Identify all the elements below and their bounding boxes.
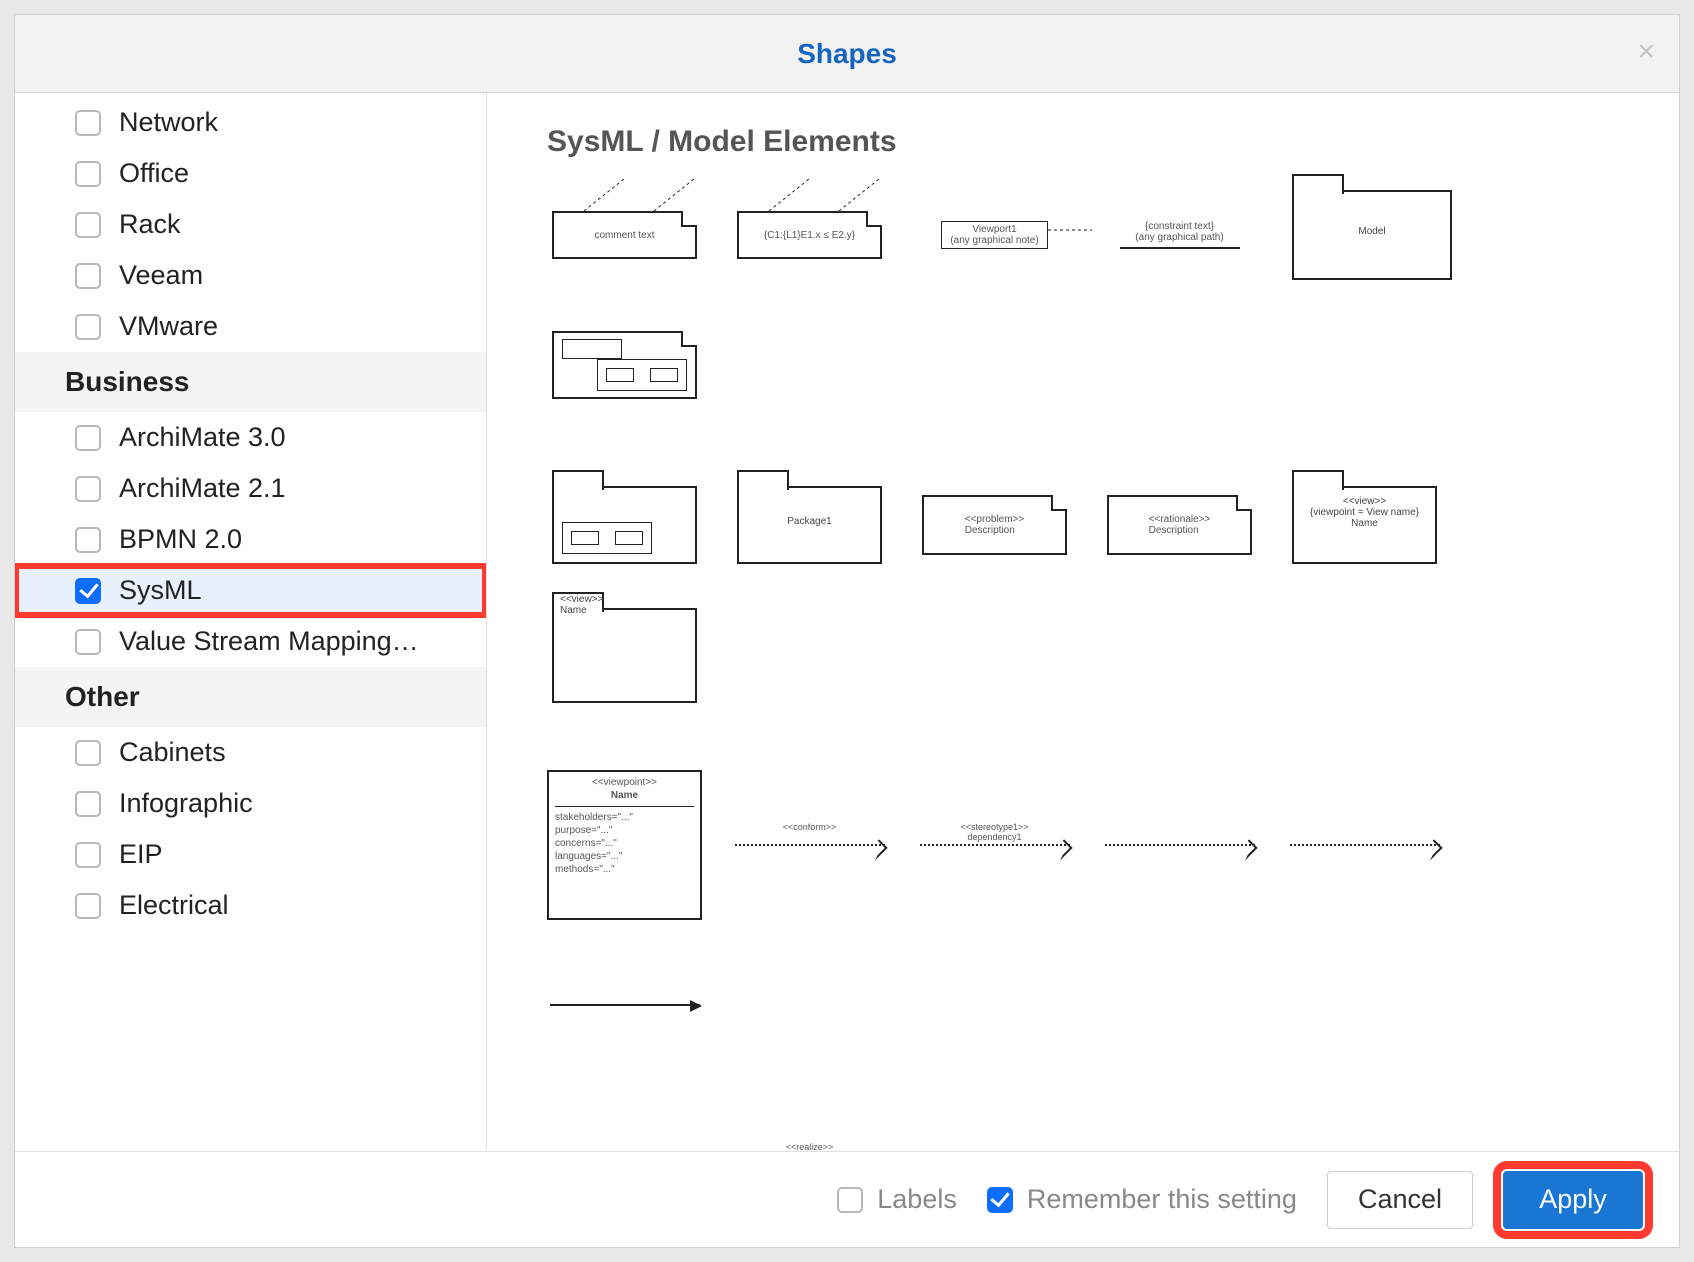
- shape-package-composite[interactable]: [547, 475, 702, 575]
- sidebar-item-eip[interactable]: EIP: [15, 829, 486, 880]
- sidebar-item-label: Infographic: [119, 788, 253, 819]
- checkbox-icon[interactable]: [75, 161, 101, 187]
- shape-row: <<realize>>: [547, 1115, 1619, 1151]
- dialog-body: Network Office Rack Veeam VMware Busines…: [15, 93, 1679, 1151]
- sidebar-item-label: EIP: [119, 839, 163, 870]
- sidebar-item-rack[interactable]: Rack: [15, 199, 486, 250]
- shape-dotted-arrow[interactable]: [1102, 795, 1257, 895]
- checkbox-icon[interactable]: [75, 263, 101, 289]
- sidebar-item-label: ArchiMate 3.0: [119, 422, 286, 453]
- sidebar-item-label: Electrical: [119, 890, 229, 921]
- category-header-other: Other: [15, 667, 486, 727]
- sidebar-item-label: Network: [119, 107, 218, 138]
- shape-text: Package1: [739, 516, 880, 527]
- sidebar-item-office[interactable]: Office: [15, 148, 486, 199]
- shape-constraint-note[interactable]: {C1:{L1}E1.x ≤ E2.y}: [732, 185, 887, 285]
- checkbox-icon[interactable]: [75, 578, 101, 604]
- dialog-footer: Labels Remember this setting Cancel Appl…: [15, 1151, 1679, 1247]
- sidebar-item-label: VMware: [119, 311, 218, 342]
- shape-realize-arrow[interactable]: <<realize>>: [732, 1115, 887, 1151]
- shape-text: Model: [1294, 226, 1450, 237]
- sidebar-item-label: Value Stream Mapping…: [119, 626, 419, 657]
- shape-problem[interactable]: <<problem>>Description: [917, 475, 1072, 575]
- shape-composite[interactable]: [547, 315, 702, 415]
- sidebar-item-cabinets[interactable]: Cabinets: [15, 727, 486, 778]
- dialog-title: Shapes: [797, 38, 897, 70]
- section-title-model-elements: SysML / Model Elements: [547, 125, 1619, 159]
- sidebar-item-network[interactable]: Network: [15, 97, 486, 148]
- shape-viewport-note[interactable]: Viewport1(any graphical note): [917, 185, 1072, 285]
- checkbox-icon[interactable]: [837, 1187, 863, 1213]
- sidebar-item-veeam[interactable]: Veeam: [15, 250, 486, 301]
- checkbox-icon[interactable]: [75, 842, 101, 868]
- checkbox-icon[interactable]: [75, 476, 101, 502]
- checkbox-icon[interactable]: [75, 629, 101, 655]
- shape-constraint-path[interactable]: {constraint text}(any graphical path): [1102, 185, 1257, 285]
- category-header-business: Business: [15, 352, 486, 412]
- close-icon[interactable]: ×: [1637, 35, 1655, 69]
- sidebar-item-label: Cabinets: [119, 737, 226, 768]
- shape-dependency-arrow[interactable]: <<stereotype1>>dependency1: [917, 795, 1072, 895]
- sidebar-item-archimate-2[interactable]: ArchiMate 2.1: [15, 463, 486, 514]
- checkbox-icon[interactable]: [75, 893, 101, 919]
- sidebar-item-archimate-3[interactable]: ArchiMate 3.0: [15, 412, 486, 463]
- checkbox-icon[interactable]: [75, 740, 101, 766]
- shape-package1[interactable]: Package1: [732, 475, 887, 575]
- remember-checkbox[interactable]: Remember this setting: [987, 1184, 1297, 1215]
- labels-checkbox-label: Labels: [877, 1184, 957, 1215]
- checkbox-icon[interactable]: [75, 425, 101, 451]
- checkbox-icon[interactable]: [987, 1187, 1013, 1213]
- shape-text: {C1:{L1}E1.x ≤ E2.y}: [764, 230, 855, 241]
- sidebar-item-vsm[interactable]: Value Stream Mapping…: [15, 616, 486, 667]
- sidebar-item-electrical[interactable]: Electrical: [15, 880, 486, 921]
- connector-line-icon: [1048, 227, 1092, 233]
- checkbox-icon[interactable]: [75, 110, 101, 136]
- checkbox-icon[interactable]: [75, 791, 101, 817]
- connector-lines-icon: [554, 177, 699, 213]
- shape-viewpoint-box[interactable]: <<viewpoint>>Name stakeholders="..."purp…: [547, 765, 702, 925]
- shape-preview-pane[interactable]: SysML / Model Elements comment text {C1:…: [487, 93, 1679, 1151]
- shape-view-folder-2[interactable]: <<view>>Name: [547, 605, 702, 705]
- shape-model-folder[interactable]: Model: [1287, 185, 1457, 285]
- category-sidebar[interactable]: Network Office Rack Veeam VMware Busines…: [15, 93, 487, 1151]
- shapes-dialog: Shapes × Network Office Rack Veeam: [14, 14, 1680, 1248]
- sidebar-item-label: SysML: [119, 575, 202, 606]
- apply-button[interactable]: Apply: [1503, 1171, 1643, 1229]
- shape-conform-arrow[interactable]: <<conform>>: [732, 795, 887, 895]
- sidebar-item-label: ArchiMate 2.1: [119, 473, 286, 504]
- sidebar-item-label: BPMN 2.0: [119, 524, 242, 555]
- sidebar-item-vmware[interactable]: VMware: [15, 301, 486, 352]
- sidebar-item-label: Office: [119, 158, 189, 189]
- sidebar-item-bpmn[interactable]: BPMN 2.0: [15, 514, 486, 565]
- dialog-header: Shapes ×: [15, 15, 1679, 93]
- shape-row: Package1 <<problem>>Description <<ration…: [547, 475, 1619, 705]
- labels-checkbox[interactable]: Labels: [837, 1184, 957, 1215]
- shape-text: comment text: [594, 230, 654, 241]
- checkbox-icon[interactable]: [75, 314, 101, 340]
- shape-row: <<viewpoint>>Name stakeholders="..."purp…: [547, 765, 1619, 1055]
- checkbox-icon[interactable]: [75, 527, 101, 553]
- shape-open-arrow[interactable]: [547, 1115, 702, 1151]
- shape-rationale[interactable]: <<rationale>>Description: [1102, 475, 1257, 575]
- sidebar-item-infographic[interactable]: Infographic: [15, 778, 486, 829]
- shape-comment[interactable]: comment text: [547, 185, 702, 285]
- checkbox-icon[interactable]: [75, 212, 101, 238]
- shape-solid-line[interactable]: [547, 955, 702, 1055]
- shape-view-folder[interactable]: <<view>>{viewpoint = View name}Name: [1287, 475, 1442, 575]
- remember-checkbox-label: Remember this setting: [1027, 1184, 1297, 1215]
- cancel-button[interactable]: Cancel: [1327, 1171, 1473, 1229]
- sidebar-item-label: Rack: [119, 209, 181, 240]
- shape-row: comment text {C1:{L1}E1.x ≤ E2.y}: [547, 185, 1619, 415]
- shape-dotted-arrow-2[interactable]: [1287, 795, 1442, 895]
- sidebar-item-label: Veeam: [119, 260, 203, 291]
- connector-lines-icon: [739, 177, 884, 213]
- sidebar-item-sysml[interactable]: SysML: [15, 565, 486, 616]
